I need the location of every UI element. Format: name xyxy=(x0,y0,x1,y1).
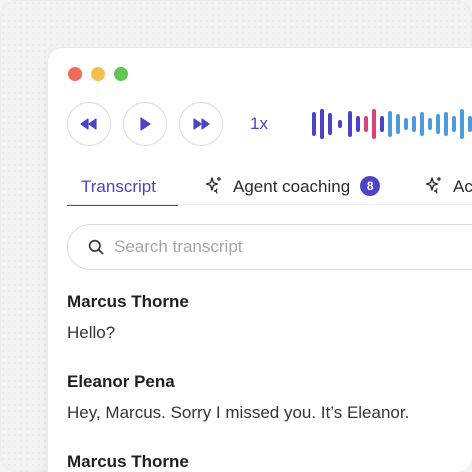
fast-forward-icon xyxy=(193,118,210,130)
audio-waveform[interactable] xyxy=(310,106,472,142)
play-icon xyxy=(140,117,151,131)
tab-bar: Transcript Agent coaching 8 Ac xyxy=(67,174,472,206)
tab-ai[interactable]: Ac xyxy=(425,174,472,204)
tab-label: Ac xyxy=(453,177,472,196)
message-text: Hello? xyxy=(67,323,116,342)
fast-forward-button[interactable] xyxy=(179,102,223,146)
search-icon xyxy=(88,239,104,255)
transcript-entry: Marcus Thorne Hello? xyxy=(67,292,189,343)
tab-label: Transcript xyxy=(81,177,156,196)
sparkle-icon xyxy=(425,176,442,194)
app-window: 1x Transcript Agent coaching 8 Ac Search… xyxy=(48,48,472,472)
search-bar[interactable] xyxy=(67,224,472,270)
tab-transcript[interactable]: Transcript xyxy=(67,174,178,206)
playback-speed-button[interactable]: 1x xyxy=(250,114,268,134)
tab-divider xyxy=(67,204,472,205)
background-frame: 1x Transcript Agent coaching 8 Ac Search… xyxy=(0,0,472,472)
message-text: Hey, Marcus. Sorry I missed you. It’s El… xyxy=(67,403,410,422)
maximize-window-button[interactable] xyxy=(114,67,128,81)
speaker-name: Marcus Thorne xyxy=(67,452,189,471)
transcript-entry: Eleanor Pena Hey, Marcus. Sorry I missed… xyxy=(67,372,409,423)
coaching-count-badge: 8 xyxy=(360,176,381,196)
close-window-button[interactable] xyxy=(68,67,82,81)
speaker-name: Eleanor Pena xyxy=(67,372,175,391)
speaker-name: Marcus Thorne xyxy=(67,292,189,311)
rewind-button[interactable] xyxy=(67,102,111,146)
play-button[interactable] xyxy=(123,102,167,146)
sparkle-icon xyxy=(205,176,222,194)
tab-agent-coaching[interactable]: Agent coaching 8 xyxy=(205,174,381,204)
transcript-entry: Marcus Thorne xyxy=(67,452,189,472)
rewind-icon xyxy=(80,118,97,130)
tab-label: Agent coaching xyxy=(233,177,351,196)
minimize-window-button[interactable] xyxy=(91,67,105,81)
search-input[interactable] xyxy=(112,236,416,258)
